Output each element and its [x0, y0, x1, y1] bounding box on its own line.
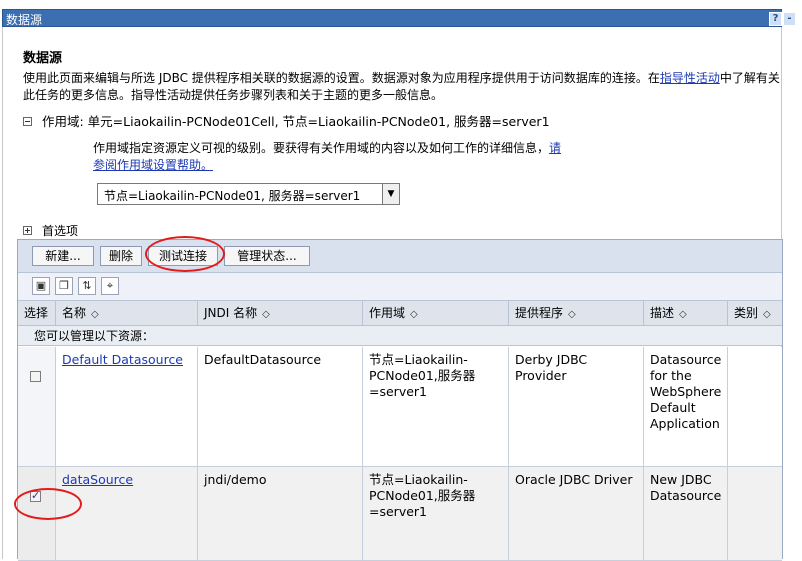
page-description: 使用此页面来编辑与所选 JDBC 提供程序相关联的数据源的设置。数据源对象为应用…: [23, 70, 783, 104]
table-icon-toolbar: ▣ ❐ ⇅ ⌖: [18, 273, 782, 301]
table-header: 选择 名称 ◇ JNDI 名称 ◇ 作用域 ◇ 提供程序 ◇ 描述 ◇ 类别 ◇: [18, 301, 782, 326]
name-cell: Default Datasource: [56, 347, 198, 466]
scope-help-text: 作用域指定资源定义可视的级别。要获得有关作用域的内容以及如何工作的详细信息，: [93, 141, 550, 155]
description-text: 使用此页面来编辑与所选 JDBC 提供程序相关联的数据源的设置。数据源对象为应用…: [23, 71, 660, 85]
sort-icon[interactable]: ◇: [679, 309, 687, 320]
scope-select-value: 节点=Liaokailin-PCNode01, 服务器=server1: [104, 189, 361, 203]
header-description[interactable]: 描述 ◇: [644, 301, 728, 325]
sort-icon[interactable]: ◇: [410, 309, 418, 320]
delete-button[interactable]: 删除: [100, 246, 142, 266]
clear-filter-icon[interactable]: ⌖: [101, 277, 119, 295]
preferences-section[interactable]: 首选项: [23, 222, 78, 239]
header-provider[interactable]: 提供程序 ◇: [509, 301, 644, 325]
preferences-label: 首选项: [42, 224, 79, 238]
scope-section: 作用域: 单元=Liaokailin-PCNode01Cell, 节点=Liao…: [23, 111, 550, 130]
jndi-cell: DefaultDatasource: [198, 347, 363, 466]
datasource-link[interactable]: Default Datasource: [62, 352, 183, 367]
table-info-row: 您可以管理以下资源：: [18, 326, 782, 346]
page-content: 数据源 使用此页面来编辑与所选 JDBC 提供程序相关联的数据源的设置。数据源对…: [2, 27, 783, 561]
show-filter-icon[interactable]: ⇅: [78, 277, 96, 295]
scope-help: 作用域指定资源定义可视的级别。要获得有关作用域的内容以及如何工作的详细信息，请参…: [93, 140, 573, 174]
name-cell: dataSource: [56, 467, 198, 560]
header-select: 选择: [18, 301, 56, 325]
table-row: dataSource jndi/demo 节点=Liaokailin-PCNod…: [18, 467, 782, 561]
table-row: Default Datasource DefaultDatasource 节点=…: [18, 347, 782, 467]
row-select-cell: [18, 347, 56, 466]
jndi-cell: jndi/demo: [198, 467, 363, 560]
portlet-title: 数据源: [6, 13, 43, 27]
minimize-button[interactable]: -: [783, 12, 796, 26]
page-title: 数据源: [23, 51, 63, 66]
help-button[interactable]: ?: [769, 12, 782, 26]
header-scope[interactable]: 作用域 ◇: [363, 301, 509, 325]
collapse-icon[interactable]: [23, 117, 32, 126]
provider-cell: Oracle JDBC Driver: [509, 467, 644, 560]
new-button[interactable]: 新建...: [32, 246, 94, 266]
scope-cell: 节点=Liaokailin-PCNode01,服务器=server1: [363, 347, 509, 466]
select-all-icon[interactable]: ▣: [32, 277, 50, 295]
category-cell: [728, 347, 782, 466]
sort-icon[interactable]: ◇: [262, 309, 270, 320]
expand-icon[interactable]: [23, 226, 32, 235]
description-cell: Datasource for the WebSphere Default App…: [644, 347, 728, 466]
sort-icon[interactable]: ◇: [91, 309, 99, 320]
header-category[interactable]: 类别 ◇: [728, 301, 782, 325]
datasource-link[interactable]: dataSource: [62, 472, 133, 487]
guided-activity-link[interactable]: 指导性活动: [660, 71, 720, 85]
category-cell: [728, 467, 782, 560]
row-checkbox[interactable]: [30, 371, 41, 382]
provider-cell: Derby JDBC Provider: [509, 347, 644, 466]
resource-panel: 新建... 删除 测试连接 管理状态... ▣ ❐ ⇅ ⌖ 选择 名称 ◇ JND…: [17, 239, 783, 561]
action-toolbar: 新建... 删除 测试连接 管理状态...: [18, 240, 782, 273]
manage-state-button[interactable]: 管理状态...: [224, 246, 310, 266]
test-connection-annotation: [145, 236, 225, 272]
sort-icon[interactable]: ◇: [763, 309, 771, 320]
checkbox-annotation: [14, 488, 82, 520]
scope-label: 作用域: 单元=Liaokailin-PCNode01Cell, 节点=Liao…: [42, 114, 550, 129]
description-cell: New JDBC Datasource: [644, 467, 728, 560]
chevron-down-icon[interactable]: ▼: [382, 184, 399, 204]
portlet-titlebar: 数据源 ? -: [2, 9, 796, 27]
deselect-all-icon[interactable]: ❐: [55, 277, 73, 295]
scope-select[interactable]: 节点=Liaokailin-PCNode01, 服务器=server1 ▼: [97, 183, 400, 205]
header-name[interactable]: 名称 ◇: [56, 301, 198, 325]
scope-cell: 节点=Liaokailin-PCNode01,服务器=server1: [363, 467, 509, 560]
header-jndi[interactable]: JNDI 名称 ◇: [198, 301, 363, 325]
sort-icon[interactable]: ◇: [568, 309, 576, 320]
